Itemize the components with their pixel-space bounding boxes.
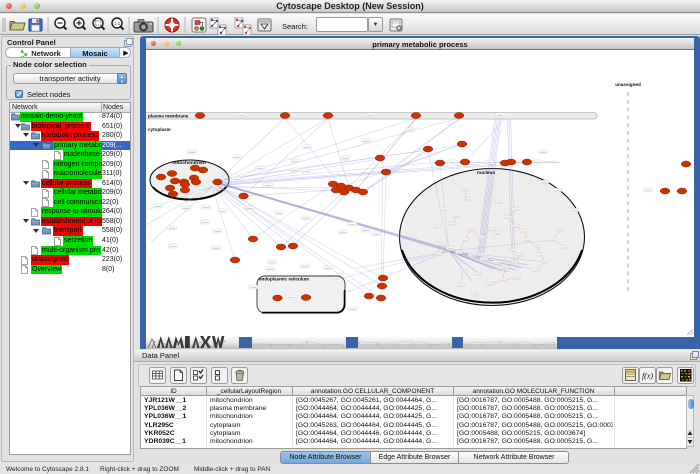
svg-text:1:1: 1:1 [114,21,121,26]
svg-text:nucleus: nucleus [477,170,495,176]
svg-text:mitochondrion: mitochondrion [172,160,206,166]
svg-text:cytoplasm: cytoplasm [148,127,171,132]
svg-text:endoplasmic reticulum: endoplasmic reticulum [259,277,309,282]
svg-text:plasma membrane: plasma membrane [148,114,189,119]
svg-text:f(x): f(x) [642,372,653,381]
svg-text:unassigned: unassigned [615,82,641,87]
